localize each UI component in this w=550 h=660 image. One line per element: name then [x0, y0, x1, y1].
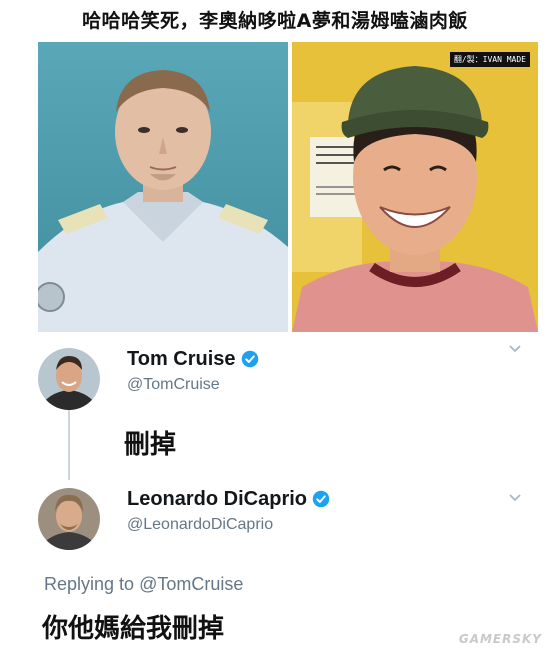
avatar[interactable] — [38, 488, 100, 550]
reply-mention-link[interactable]: @TomCruise — [139, 574, 243, 594]
verified-badge-icon — [241, 350, 258, 368]
avatar[interactable] — [38, 348, 100, 410]
chevron-down-icon[interactable] — [509, 345, 521, 353]
photo-watermark: 翻/製：IVAN MADE — [449, 52, 530, 67]
verified-badge-icon — [312, 490, 330, 508]
page-title: 哈哈哈笑死，李奧納哆啦A夢和湯姆嗑滷肉飯 — [82, 10, 468, 32]
author-name-text[interactable]: Tom Cruise — [127, 348, 236, 370]
chevron-down-icon[interactable] — [509, 494, 521, 502]
tweet-author-handle[interactable]: @LeonardoDiCaprio — [127, 516, 273, 534]
replying-to-line: Replying to @TomCruise — [44, 574, 243, 595]
tweet-author-name[interactable]: Leonardo DiCaprio — [127, 488, 330, 511]
tweet-text: 你他媽給我刪掉 — [42, 614, 225, 644]
tweet-author-handle[interactable]: @TomCruise — [127, 376, 220, 394]
right-photo: 翻/製：IVAN MADE — [292, 42, 538, 332]
left-photo — [38, 42, 288, 332]
site-watermark: GAMERSKY — [458, 632, 542, 646]
author-name-text[interactable]: Leonardo DiCaprio — [127, 488, 307, 510]
replying-prefix: Replying to — [44, 574, 135, 594]
thread-connector — [68, 410, 70, 480]
tweet-text: 刪掉 — [124, 430, 177, 460]
tweet-author-name[interactable]: Tom Cruise — [127, 348, 259, 371]
